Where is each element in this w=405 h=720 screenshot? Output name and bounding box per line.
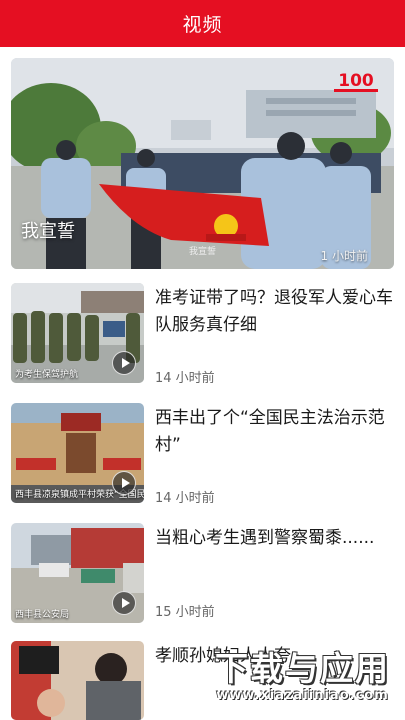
featured-video-time: 1 小时前 bbox=[320, 249, 368, 263]
watermark-overlay: 下载与应用 www.xiazaiiniao.com bbox=[200, 650, 405, 720]
news-time-1: 14 小时前 bbox=[155, 371, 215, 386]
news-time-3: 15 小时前 bbox=[155, 605, 215, 620]
news-title-1: 准考证带了吗？退役军人爱心车队服务真仔细 bbox=[155, 288, 393, 335]
app-header: 视频 bbox=[0, 0, 405, 47]
featured-video-card[interactable]: 100 我宣誓 1 小时前 我宣誓 bbox=[11, 58, 394, 269]
featured-video-title: 我宣誓 bbox=[21, 221, 75, 242]
news-thumbnail-caption-3: 西丰县公安局 bbox=[15, 610, 70, 620]
news-title-2: 西丰出了个“全国民主法治示范村” bbox=[155, 408, 385, 455]
play-icon[interactable] bbox=[112, 351, 136, 375]
news-thumbnail-2: 西丰县凉泉镇成平村荣获“全国民主法治示范村”称号 bbox=[11, 403, 144, 503]
news-title-3: 当粗心考生遇到警察蜀黍...... bbox=[155, 528, 375, 548]
news-item-2[interactable]: 西丰县凉泉镇成平村荣获“全国民主法治示范村”称号 西丰出了个“全国民主法治示范村… bbox=[11, 403, 394, 506]
watermark-url: www.xiazaiiniao.com bbox=[216, 688, 389, 703]
play-icon[interactable] bbox=[112, 591, 136, 615]
news-thumbnail-3: 西丰县公安局 bbox=[11, 523, 144, 623]
news-thumbnail-caption-1: 为考生保驾护航 bbox=[15, 370, 79, 380]
news-time-2: 14 小时前 bbox=[155, 491, 215, 506]
featured-subtitle: 我宣誓 bbox=[189, 247, 217, 257]
news-thumbnail-1: 为考生保驾护航 bbox=[11, 283, 144, 383]
play-icon[interactable] bbox=[112, 471, 136, 495]
news-thumbnail-4 bbox=[11, 641, 144, 720]
page-title: 视频 bbox=[182, 14, 223, 36]
news-item-1[interactable]: 为考生保驾护航 准考证带了吗？退役军人爱心车队服务真仔细 14 小时前 bbox=[11, 283, 394, 386]
centenary-logo-icon: 100 bbox=[334, 71, 378, 92]
centenary-logo-text: 100 bbox=[338, 71, 374, 91]
watermark-main-text: 下载与应用 bbox=[215, 649, 390, 688]
news-item-3[interactable]: 西丰县公安局 当粗心考生遇到警察蜀黍...... 15 小时前 bbox=[11, 523, 394, 625]
